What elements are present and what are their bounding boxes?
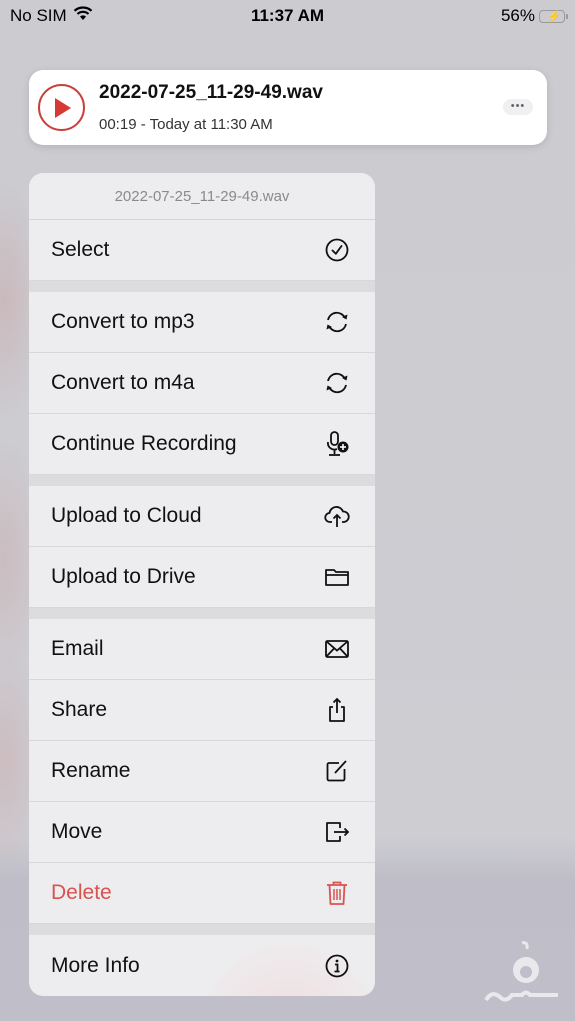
menu-item-convert-m4a[interactable]: Convert to m4a	[29, 353, 375, 414]
charging-bolt-icon: ⚡	[547, 8, 562, 23]
more-options-button[interactable]: •••	[503, 99, 533, 115]
wifi-icon	[73, 6, 93, 26]
convert-icon	[323, 369, 351, 397]
menu-item-label: Upload to Cloud	[51, 504, 202, 527]
recording-subtitle: 00:19 - Today at 11:30 AM	[99, 116, 273, 133]
battery-percent: 56%	[500, 6, 535, 25]
menu-item-email[interactable]: Email	[29, 619, 375, 680]
menu-item-more-info[interactable]: More Info	[29, 935, 375, 996]
cloud-upload-icon	[323, 502, 351, 530]
play-button[interactable]	[38, 84, 85, 131]
menu-item-label: Continue Recording	[51, 432, 237, 455]
menu-header: 2022-07-25_11-29-49.wav	[29, 173, 375, 220]
convert-icon	[323, 308, 351, 336]
menu-item-continue-recording[interactable]: Continue Recording	[29, 414, 375, 475]
menu-item-label: Select	[51, 238, 110, 261]
folder-icon	[323, 563, 351, 591]
trash-icon	[323, 879, 351, 907]
menu-item-label: Rename	[51, 759, 131, 782]
menu-item-label: Move	[51, 820, 103, 843]
menu-item-label: Share	[51, 698, 108, 721]
menu-item-select[interactable]: Select	[29, 220, 375, 281]
watermark-logo	[482, 935, 562, 1015]
menu-item-delete[interactable]: Delete	[29, 863, 375, 924]
carrier-label: No SIM	[10, 6, 67, 25]
info-icon	[323, 952, 351, 980]
menu-separator	[29, 608, 375, 619]
menu-item-label: Delete	[51, 881, 112, 904]
battery-icon: ⚡	[539, 8, 568, 23]
recording-title: 2022-07-25_11-29-49.wav	[99, 82, 323, 103]
menu-item-label: More Info	[51, 953, 140, 977]
menu-item-move[interactable]: Move	[29, 802, 375, 863]
envelope-icon	[323, 635, 351, 663]
menu-item-rename[interactable]: Rename	[29, 741, 375, 802]
menu-item-label: Convert to m4a	[51, 371, 195, 394]
menu-item-label: Email	[51, 637, 104, 660]
recording-card[interactable]: 2022-07-25_11-29-49.wav 00:19 - Today at…	[29, 70, 547, 145]
menu-separator	[29, 924, 375, 935]
edit-icon	[323, 757, 351, 785]
menu-separator	[29, 281, 375, 292]
menu-item-share[interactable]: Share	[29, 680, 375, 741]
menu-item-label: Upload to Drive	[51, 565, 196, 588]
context-menu: 2022-07-25_11-29-49.wav Select Convert t…	[29, 173, 375, 996]
share-icon	[323, 696, 351, 724]
menu-item-label: Convert to mp3	[51, 310, 195, 333]
play-icon	[54, 97, 71, 118]
menu-separator	[29, 475, 375, 486]
menu-item-upload-cloud[interactable]: Upload to Cloud	[29, 486, 375, 547]
mic-plus-icon	[323, 430, 351, 458]
menu-item-upload-drive[interactable]: Upload to Drive	[29, 547, 375, 608]
status-bar: No SIM 11:37 AM 56% ⚡	[0, 0, 575, 32]
checkmark-circle-icon	[323, 236, 351, 264]
move-icon	[323, 818, 351, 846]
menu-item-convert-mp3[interactable]: Convert to mp3	[29, 292, 375, 353]
